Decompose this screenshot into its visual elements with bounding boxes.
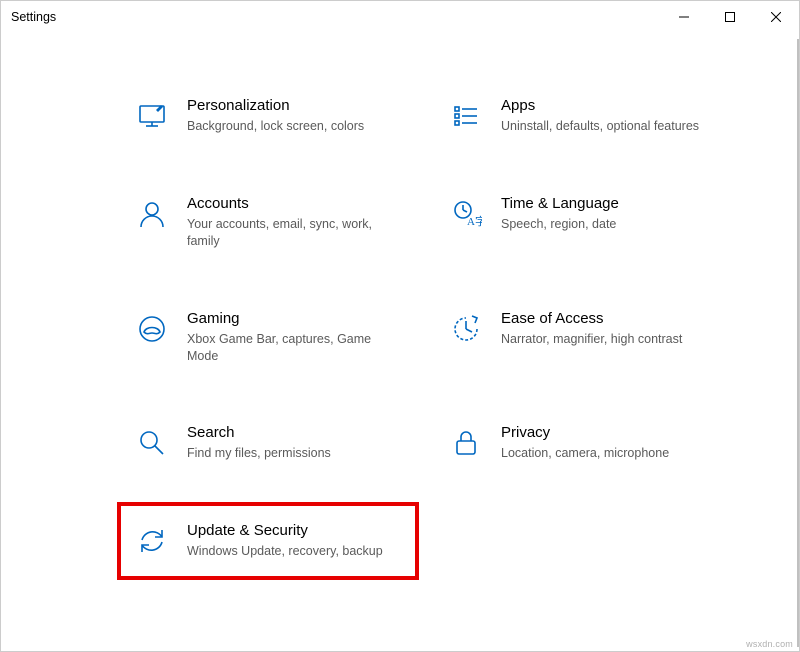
- tile-apps[interactable]: Apps Uninstall, defaults, optional featu…: [445, 91, 719, 141]
- titlebar: Settings: [1, 1, 799, 33]
- tile-desc: Background, lock screen, colors: [187, 118, 401, 135]
- maximize-button[interactable]: [707, 1, 753, 33]
- tile-desc: Uninstall, defaults, optional features: [501, 118, 715, 135]
- tile-desc: Location, camera, microphone: [501, 445, 715, 462]
- tile-personalization[interactable]: Personalization Background, lock screen,…: [131, 91, 405, 141]
- apps-icon: [449, 99, 483, 133]
- tile-title: Privacy: [501, 424, 715, 442]
- tile-desc: Speech, region, date: [501, 216, 715, 233]
- tile-desc: Narrator, magnifier, high contrast: [501, 331, 715, 348]
- privacy-icon: [449, 426, 483, 460]
- tile-title: Accounts: [187, 195, 401, 213]
- accounts-icon: [135, 197, 169, 231]
- tile-title: Ease of Access: [501, 310, 715, 328]
- update-security-icon: [135, 524, 169, 558]
- settings-window: Settings: [0, 0, 800, 652]
- gaming-icon: [135, 312, 169, 346]
- tile-desc: Xbox Game Bar, captures, Game Mode: [187, 331, 401, 365]
- tile-search[interactable]: Search Find my files, permissions: [131, 418, 405, 468]
- tile-ease-of-access[interactable]: Ease of Access Narrator, magnifier, high…: [445, 304, 719, 371]
- tile-update-security[interactable]: Update & Security Windows Update, recove…: [131, 516, 405, 566]
- tile-title: Personalization: [187, 97, 401, 115]
- search-icon: [135, 426, 169, 460]
- time-language-icon: A字: [449, 197, 483, 231]
- minimize-button[interactable]: [661, 1, 707, 33]
- close-button[interactable]: [753, 1, 799, 33]
- tile-time-language[interactable]: A字 Time & Language Speech, region, date: [445, 189, 719, 256]
- tile-gaming[interactable]: Gaming Xbox Game Bar, captures, Game Mod…: [131, 304, 405, 371]
- tile-title: Gaming: [187, 310, 401, 328]
- tile-title: Search: [187, 424, 401, 442]
- tile-title: Apps: [501, 97, 715, 115]
- personalization-icon: [135, 99, 169, 133]
- tile-privacy[interactable]: Privacy Location, camera, microphone: [445, 418, 719, 468]
- ease-of-access-icon: [449, 312, 483, 346]
- tile-desc: Windows Update, recovery, backup: [187, 543, 401, 560]
- tile-title: Update & Security: [187, 522, 401, 540]
- svg-text:A字: A字: [467, 214, 482, 228]
- watermark: wsxdn.com: [746, 639, 793, 649]
- window-controls: [661, 1, 799, 33]
- scrollbar[interactable]: [797, 39, 799, 647]
- settings-grid: Personalization Background, lock screen,…: [1, 61, 799, 606]
- tile-title: Time & Language: [501, 195, 715, 213]
- tile-desc: Find my files, permissions: [187, 445, 401, 462]
- content-area: Personalization Background, lock screen,…: [1, 61, 799, 651]
- tile-desc: Your accounts, email, sync, work, family: [187, 216, 401, 250]
- tile-accounts[interactable]: Accounts Your accounts, email, sync, wor…: [131, 189, 405, 256]
- window-title: Settings: [11, 10, 56, 24]
